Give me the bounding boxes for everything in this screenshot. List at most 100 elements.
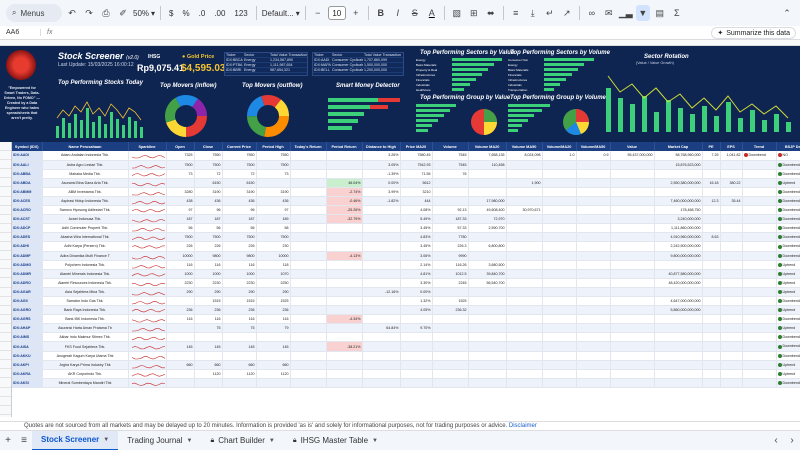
table-cell[interactable] [610,278,655,288]
column-header[interactable]: Volume/MA50 [576,142,611,151]
table-cell[interactable] [362,351,401,361]
table-cell[interactable] [576,360,611,370]
table-cell[interactable]: 3.06% [400,251,433,261]
table-cell[interactable] [542,196,577,207]
table-cell[interactable] [290,378,327,388]
table-cell[interactable]: -32.79% [326,214,363,225]
table-cell[interactable] [576,241,611,252]
table-cell[interactable]: Mahaka Media Tbk. [42,169,129,179]
table-cell[interactable]: Bank Raya Indonesia Tbk. [42,305,129,316]
table-cell[interactable] [290,178,327,188]
tab-trading-journal[interactable]: Trading Journal ▼ [118,431,201,450]
table-row[interactable]: IDX:AALI Astra Agro Lestari Tbk. 7500 7500 7… [12,160,800,170]
row-number[interactable] [0,197,11,206]
table-cell[interactable]: 46.04% [326,178,363,188]
table-cell[interactable]: 57.33 [432,223,469,234]
table-cell[interactable] [742,178,777,188]
comment-icon[interactable]: ✉ [602,5,616,21]
table-cell[interactable] [702,169,721,179]
table-cell[interactable] [166,296,195,307]
table-cell[interactable]: 4,910,960,000,000 [654,232,703,243]
table-cell[interactable] [654,369,703,379]
table-cell[interactable]: 1525 [432,296,469,307]
table-cell[interactable]: 116 [222,260,257,270]
table-cell[interactable]: 16.18 [702,178,721,188]
table-cell[interactable] [702,241,721,252]
row-number[interactable] [0,142,11,152]
table-cell[interactable] [290,241,327,252]
table-cell[interactable] [432,351,469,361]
table-cell[interactable] [326,269,363,279]
font-size-input[interactable]: 10 [327,6,346,20]
currency-format-button[interactable]: $ [166,9,176,18]
column-header[interactable]: Trend [742,142,777,151]
table-cell[interactable] [720,305,743,316]
table-cell[interactable] [290,332,327,343]
table-cell[interactable] [400,360,433,370]
table-cell[interactable]: 58,768,960,000 [654,151,703,161]
table-cell[interactable]: 17,980,000 [468,196,507,207]
table-cell[interactable] [654,323,703,334]
table-cell[interactable] [290,187,327,197]
table-cell[interactable] [400,369,433,379]
table-cell[interactable]: IDX:AGAR [12,287,43,298]
chevron-down-icon[interactable]: ▼ [269,438,275,444]
table-cell[interactable] [468,378,507,388]
table-cell[interactable]: 7500 [166,232,195,243]
table-cell[interactable] [576,296,611,307]
table-cell[interactable] [576,260,611,270]
table-cell[interactable] [720,287,743,298]
table-cell[interactable] [542,241,577,252]
table-cell[interactable]: 380.22 [720,178,743,188]
table-cell[interactable] [576,187,611,197]
table-cell[interactable]: -1.82% [362,196,401,207]
table-cell[interactable] [542,214,577,225]
table-cell[interactable]: 436 [222,196,257,207]
table-cell[interactable]: IDX:AKRA [12,369,43,379]
table-cell[interactable] [576,251,611,261]
table-cell[interactable] [654,351,703,361]
table-cell[interactable] [702,369,721,379]
table-cell[interactable] [542,187,577,197]
table-cell[interactable] [742,351,777,361]
table-cell[interactable]: Polychem Indonesia Tbk. [42,260,129,270]
table-cell[interactable] [742,287,777,298]
table-cell[interactable]: 56 [194,223,223,234]
table-cell[interactable] [432,341,469,352]
table-cell[interactable] [702,314,721,325]
sparkline-cell[interactable] [128,232,167,243]
table-cell[interactable]: ABM Investama Tbk. [42,187,129,197]
table-cell[interactable] [610,241,655,252]
table-cell[interactable] [576,269,611,279]
table-cell[interactable] [576,278,611,288]
table-cell[interactable] [720,351,743,361]
table-cell[interactable] [362,332,401,343]
table-cell[interactable] [468,314,507,325]
table-cell[interactable] [576,205,611,216]
table-cell[interactable] [506,314,543,325]
table-cell[interactable]: 7500 [256,232,291,243]
table-cell[interactable]: 436 [256,196,291,207]
column-header[interactable]: BSJP Detector [776,142,800,151]
table-cell[interactable] [702,323,721,334]
table-cell[interactable]: 187.33 [432,214,469,225]
table-cell[interactable] [326,296,363,307]
table-cell[interactable]: 7500 [222,232,257,243]
table-cell[interactable] [576,378,611,388]
table-cell[interactable] [506,260,543,270]
table-cell[interactable]: 226 [166,241,195,252]
table-cell[interactable] [506,351,543,361]
table-cell[interactable]: 10000 [256,251,291,261]
table-cell[interactable] [326,323,363,334]
table-cell[interactable]: IDX:AHAP [12,323,43,334]
table-cell[interactable]: 290 [256,287,291,298]
table-cell[interactable]: Mineral Sumberdaya Mandiri Tbk [42,378,129,388]
table-cell[interactable] [610,260,655,270]
table-cell[interactable]: 1515 [194,296,223,307]
sparkline-cell[interactable] [128,323,167,334]
table-cell[interactable]: 39,840,700 [468,269,507,279]
table-cell[interactable]: 1000 [222,269,257,279]
table-cell[interactable] [742,241,777,252]
sigma-button[interactable]: Σ [670,5,684,21]
table-cell[interactable] [506,251,543,261]
